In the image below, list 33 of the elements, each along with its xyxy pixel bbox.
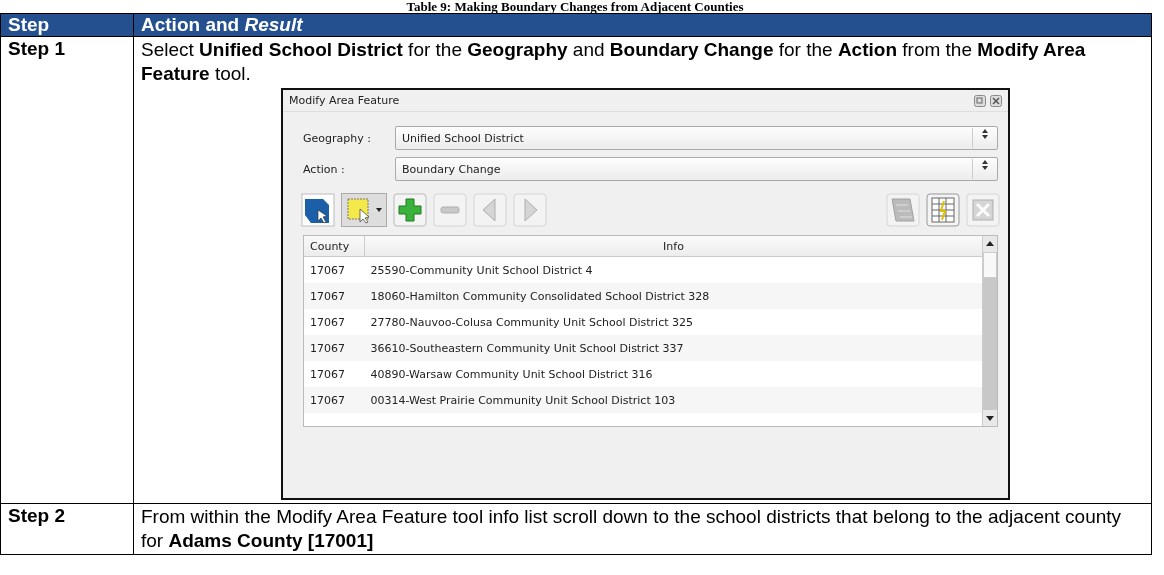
area-select-icon[interactable] <box>301 193 335 227</box>
step-label: Step 1 <box>0 36 134 504</box>
column-header: Action and Result <box>133 13 1152 37</box>
instruction-text: From within the Modify Area Feature tool info list scroll down to the school districts that belong to the adjacent county for Adams County [17001] <box>141 505 1123 553</box>
table-cell: 18060-Hamilton Community Consolidated School District 328 <box>364 283 982 309</box>
dropdown-field[interactable]: Boundary Change <box>395 157 998 181</box>
column-header[interactable]: County <box>304 236 365 257</box>
table-cell: 36610-Southeastern Community Unit School District 337 <box>364 335 982 361</box>
table-cell: 17067 <box>304 335 365 361</box>
table-cell: 17067 <box>304 387 365 413</box>
close-icon[interactable] <box>990 94 1002 107</box>
scroll-thumb[interactable] <box>983 252 997 278</box>
dialog-title: Modify Area Feature <box>289 94 400 107</box>
table-icon[interactable] <box>926 193 960 227</box>
instruction-text: Select Unified School District for the Geography and Boundary Change for the Action from the Modify Area Feature tool. <box>141 38 1087 86</box>
step-label: Step 2 <box>0 503 134 555</box>
table-cell: 17067 <box>304 361 365 387</box>
table-cell: 25590-Community Unit School District 4 <box>364 256 982 283</box>
table-cell: 40890-Warsaw Community Unit School District 316 <box>364 361 982 387</box>
table-cell: 17067 <box>304 309 365 335</box>
table-cell: 27780-Nauvoo-Colusa Community Unit School District 325 <box>364 309 982 335</box>
field-label: Geography : <box>303 131 372 145</box>
add-icon[interactable] <box>393 193 427 227</box>
field-label: Action : <box>303 162 346 176</box>
restore-icon[interactable] <box>974 94 986 107</box>
column-header: Step <box>0 13 134 37</box>
dropdown-field[interactable]: Unified School District <box>395 126 998 150</box>
scrollbar[interactable] <box>982 236 997 426</box>
table-cell: 17067 <box>304 283 365 309</box>
column-header[interactable]: Info <box>364 236 982 257</box>
table-caption: Table 9: Making Boundary Changes from Adjacent Counties <box>405 0 745 13</box>
table-cell: 00314-West Prairie Community Unit School District 103 <box>364 387 982 413</box>
table-cell: 17067 <box>304 256 365 283</box>
